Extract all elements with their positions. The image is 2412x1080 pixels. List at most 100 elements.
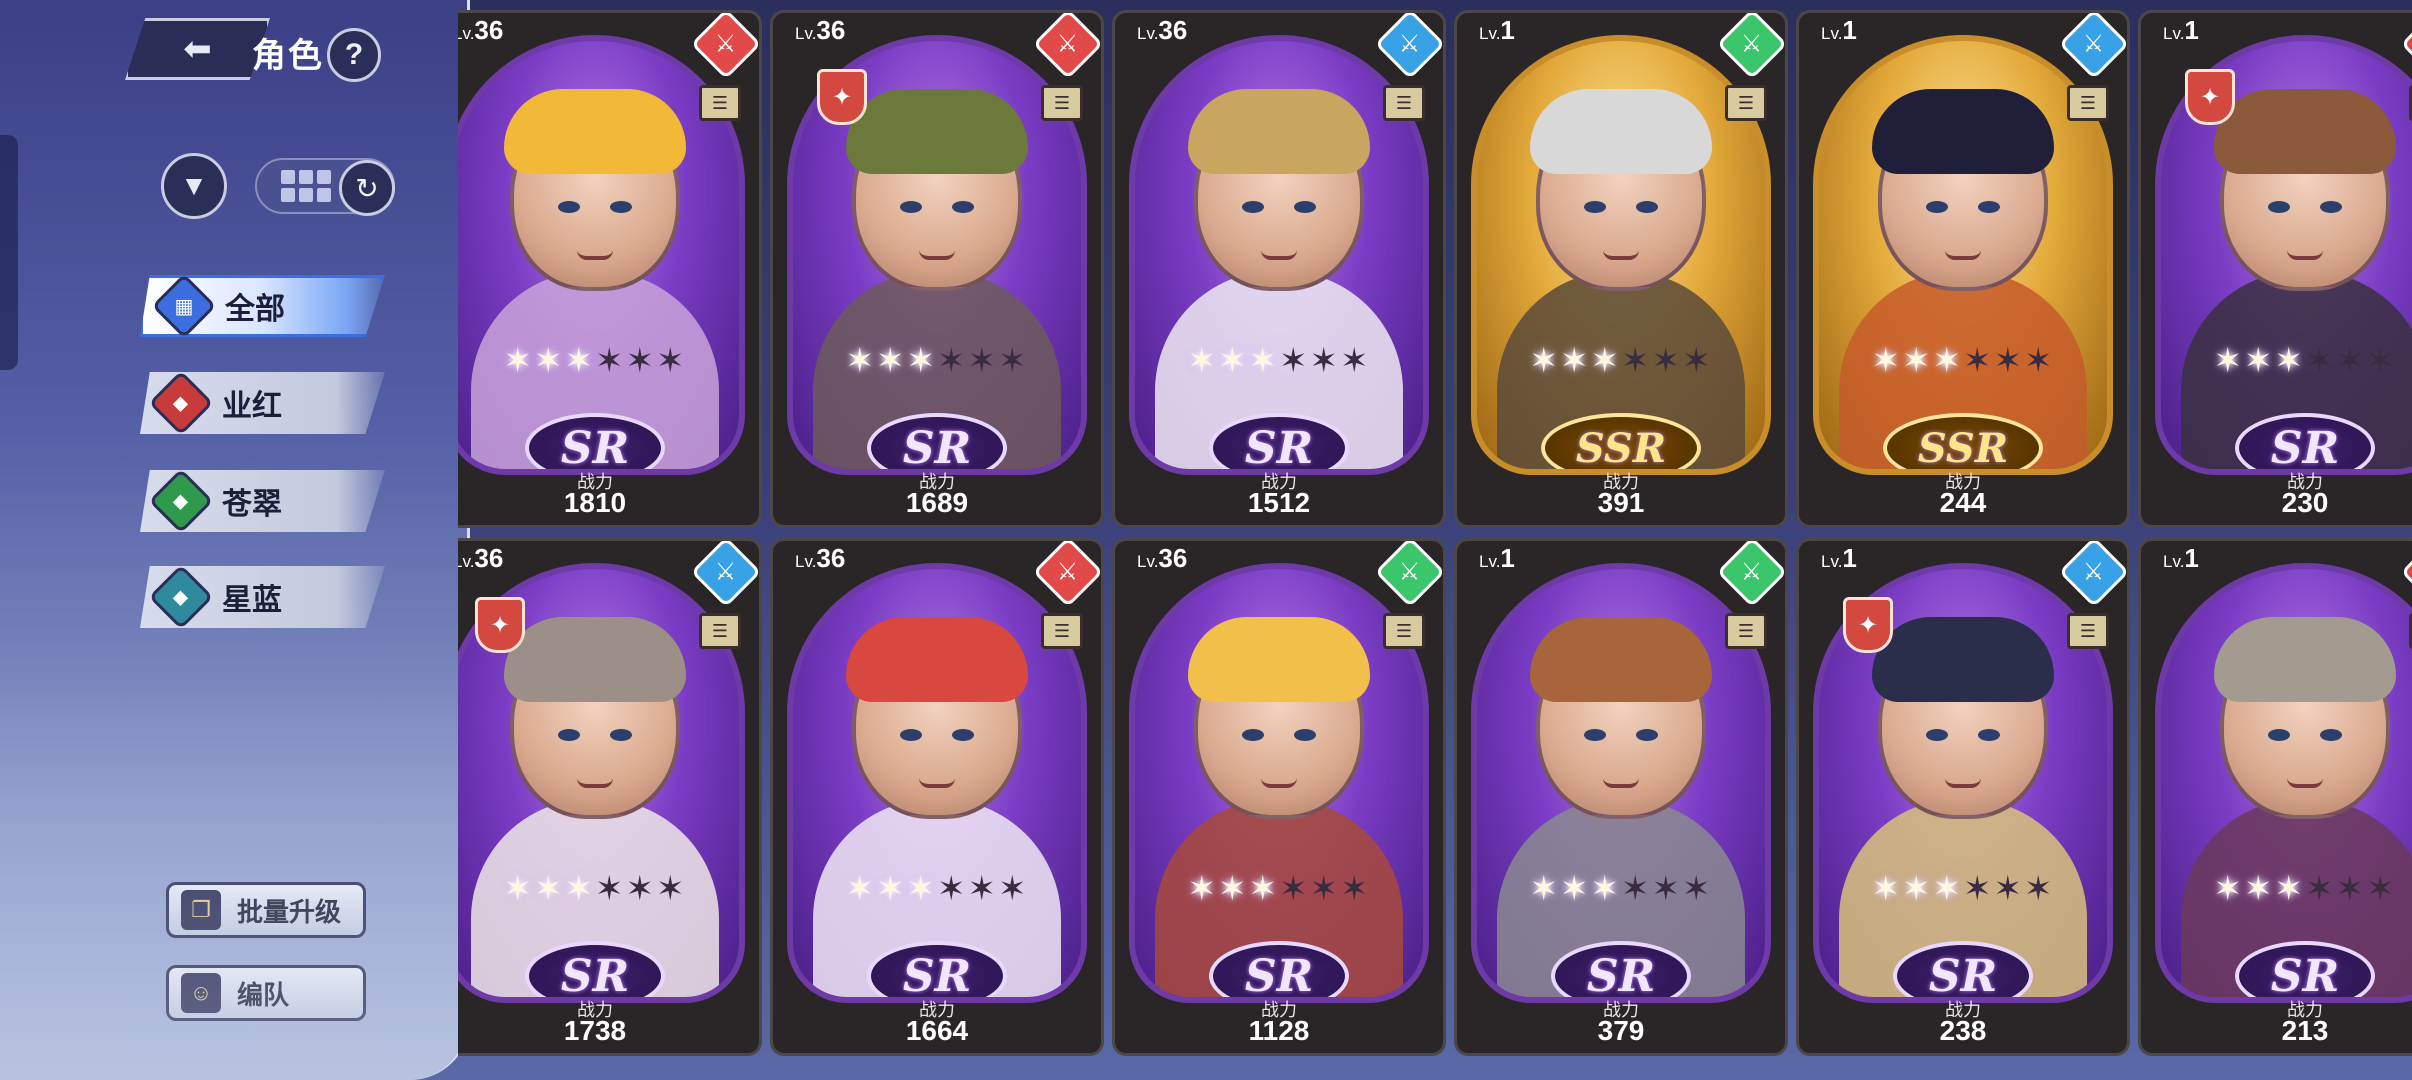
back-arrow-icon: ⬅︎ xyxy=(183,30,212,68)
filter-button[interactable]: ▼ xyxy=(161,153,227,219)
red-element-icon: ⚔ xyxy=(2400,541,2412,608)
character-portrait xyxy=(1188,89,1370,291)
all-icon: ▦ xyxy=(151,275,217,337)
guild-emblem-icon: ✦ xyxy=(817,69,867,125)
scroll-icon: ☰ xyxy=(699,613,741,649)
eye xyxy=(2268,201,2290,213)
scroll-icon: ☰ xyxy=(1383,613,1425,649)
guild-emblem-icon: ✦ xyxy=(1843,597,1893,653)
character-portrait xyxy=(1188,617,1370,819)
mouth xyxy=(919,778,955,788)
character-card[interactable]: ✶✶✶✶✶✶ SR Lv.36 ⚔ ☰ 战力 1664 xyxy=(770,538,1104,1056)
red-element-icon: ⚔ xyxy=(1032,13,1101,80)
grid-view-icon[interactable] xyxy=(277,161,335,211)
character-card[interactable]: ✶✶✶✶✶✶ SR Lv.1 ⚔ ☰ 战力 213 xyxy=(2138,538,2412,1056)
batch-upgrade-button[interactable]: ❐ 批量升级 xyxy=(166,882,366,938)
mouth xyxy=(577,250,613,260)
rarity-badge: SR xyxy=(1209,941,1349,997)
character-card[interactable]: ✶✶✶✶✶✶ SR Lv.36 ⚔ ☰ 战力 1810 xyxy=(458,10,762,528)
sidebar-edge-tab[interactable] xyxy=(0,135,18,370)
eye xyxy=(1636,729,1658,741)
character-card[interactable]: ✶✶✶✶✶✶ SR Lv.1 ⚔ ☰ ✦ 战力 230 xyxy=(2138,10,2412,528)
mouth xyxy=(1945,250,1981,260)
character-card[interactable]: ✶✶✶✶✶✶ SR Lv.1 ⚔ ☰ ✦ 战力 238 xyxy=(1796,538,2130,1056)
green-element-icon: ◆ xyxy=(148,470,214,532)
eye xyxy=(2268,729,2290,741)
eye xyxy=(1242,729,1264,741)
blue-element-icon: ◆ xyxy=(148,566,214,628)
mouth xyxy=(1945,778,1981,788)
rarity-badge: SR xyxy=(525,413,665,469)
view-toggle[interactable]: ↻ xyxy=(255,158,395,216)
character-card[interactable]: ✶✶✶✶✶✶ SR Lv.36 ⚔ ☰ ✦ 战力 1689 xyxy=(770,10,1104,528)
character-card[interactable]: ✶✶✶✶✶✶ SR Lv.36 ⚔ ☰ 战力 1512 xyxy=(1112,10,1446,528)
character-card[interactable]: ✶✶✶✶✶✶ SR Lv.36 ⚔ ☰ 战力 1128 xyxy=(1112,538,1446,1056)
level-label: Lv.36 xyxy=(1137,15,1188,45)
character-hair xyxy=(846,89,1028,174)
eye xyxy=(900,729,922,741)
page-title: 角色 xyxy=(252,37,324,75)
character-card[interactable]: ✶✶✶✶✶✶ SSR Lv.1 ⚔ ☰ 战力 244 xyxy=(1796,10,2130,528)
power-value: 1512 xyxy=(1247,487,1311,518)
rarity-badge: SSR xyxy=(1883,413,2043,469)
red-element-icon: ⚔ xyxy=(2400,13,2412,80)
red-element-icon: ⚔ xyxy=(1032,541,1101,608)
mouth xyxy=(2287,250,2323,260)
power-value: 238 xyxy=(1939,1015,1987,1046)
star-rating: ✶✶✶✶✶✶ xyxy=(2213,342,2397,380)
power-value: 1664 xyxy=(905,1015,969,1046)
category-label: 业红 xyxy=(222,390,282,423)
star-rating: ✶✶✶✶✶✶ xyxy=(503,342,687,380)
power-value: 1810 xyxy=(563,487,627,518)
rarity-badge: SR xyxy=(2235,413,2375,469)
character-hair xyxy=(1530,89,1712,174)
power-value: 244 xyxy=(1939,487,1987,518)
character-hair xyxy=(1530,617,1712,702)
category-all[interactable]: ▦ 全部 xyxy=(140,275,385,337)
rarity-badge: SR xyxy=(867,413,1007,469)
star-rating: ✶✶✶✶✶✶ xyxy=(1871,342,2055,380)
help-button[interactable]: ? xyxy=(327,28,381,82)
level-label: Lv.1 xyxy=(2163,543,2199,573)
refresh-button[interactable]: ↻ xyxy=(339,160,395,216)
character-portrait xyxy=(1530,617,1712,819)
eye xyxy=(900,201,922,213)
eye xyxy=(1926,201,1948,213)
category-green[interactable]: ◆ 苍翠 xyxy=(140,470,385,532)
category-blue[interactable]: ◆ 星蓝 xyxy=(140,566,385,628)
star-rating: ✶✶✶✶✶✶ xyxy=(1529,870,1713,908)
blue-element-icon: ⚔ xyxy=(2058,541,2127,608)
mouth xyxy=(1603,778,1639,788)
character-card[interactable]: ✶✶✶✶✶✶ SR Lv.36 ⚔ ☰ ✦ 战力 1738 xyxy=(458,538,762,1056)
character-portrait xyxy=(1872,617,2054,819)
back-button[interactable]: ⬅︎ xyxy=(125,18,270,80)
category-label: 苍翠 xyxy=(222,488,282,521)
level-label: Lv.36 xyxy=(458,15,504,45)
power-value: 391 xyxy=(1597,487,1645,518)
rarity-badge: SSR xyxy=(1541,413,1701,469)
level-label: Lv.1 xyxy=(1821,543,1857,573)
eye xyxy=(1294,729,1316,741)
character-hair xyxy=(504,89,686,174)
star-rating: ✶✶✶✶✶✶ xyxy=(1187,342,1371,380)
character-card[interactable]: ✶✶✶✶✶✶ SSR Lv.1 ⚔ ☰ 战力 391 xyxy=(1454,10,1788,528)
category-red[interactable]: ◆ 业红 xyxy=(140,372,385,434)
team-button[interactable]: ☺ 编队 xyxy=(166,965,366,1021)
character-card[interactable]: ✶✶✶✶✶✶ SR Lv.1 ⚔ ☰ 战力 379 xyxy=(1454,538,1788,1056)
eye xyxy=(1584,201,1606,213)
character-hair xyxy=(846,617,1028,702)
scroll-icon: ☰ xyxy=(2067,613,2109,649)
character-hair xyxy=(1188,617,1370,702)
star-rating: ✶✶✶✶✶✶ xyxy=(2213,870,2397,908)
level-label: Lv.1 xyxy=(2163,15,2199,45)
eye xyxy=(1978,201,2000,213)
category-label: 星蓝 xyxy=(222,584,282,617)
eye xyxy=(952,729,974,741)
character-portrait xyxy=(846,89,1028,291)
rarity-badge: SR xyxy=(1893,941,2033,997)
mouth xyxy=(1261,250,1297,260)
category-label: 全部 xyxy=(225,293,285,326)
mouth xyxy=(577,778,613,788)
character-portrait xyxy=(1872,89,2054,291)
team-label: 编队 xyxy=(237,979,290,1010)
